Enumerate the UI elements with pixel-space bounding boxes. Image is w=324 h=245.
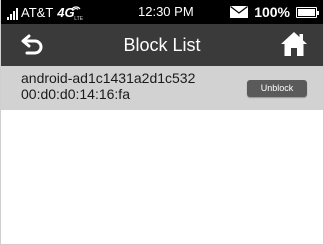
battery-fill	[298, 8, 315, 16]
clock: 12:30 PM	[138, 4, 194, 19]
network-type: 4G LTE	[57, 6, 83, 22]
device-mac-address: 00:d0:d0:14:16:fa	[21, 86, 130, 102]
page-title: Block List	[123, 35, 201, 55]
battery-icon	[296, 6, 319, 18]
top-nav-bar: Block List	[1, 24, 323, 66]
app-screen: AT&T 4G LTE 12:30 PM 100% Block List and…	[0, 0, 324, 245]
status-right: 100%	[230, 4, 319, 20]
home-button[interactable]	[279, 30, 309, 58]
status-bar: AT&T 4G LTE 12:30 PM 100%	[1, 0, 323, 24]
carrier-label: AT&T	[21, 5, 54, 20]
signal-bars-icon	[7, 8, 18, 20]
status-left: AT&T 4G LTE	[7, 5, 83, 22]
mail-icon	[230, 6, 249, 18]
list-empty-area	[1, 110, 323, 244]
wifi-signal-icon	[71, 6, 81, 10]
back-arrow-icon	[21, 34, 43, 55]
back-button[interactable]	[19, 33, 45, 57]
device-name: android-ad1c1431a2d1c532	[21, 70, 196, 86]
battery-percent: 100%	[254, 4, 290, 20]
lte-label: LTE	[74, 16, 84, 22]
blocked-device-row: android-ad1c1431a2d1c532 00:d0:d0:14:16:…	[1, 66, 323, 110]
home-icon	[281, 32, 307, 56]
unblock-button[interactable]: Unblock	[247, 80, 307, 97]
